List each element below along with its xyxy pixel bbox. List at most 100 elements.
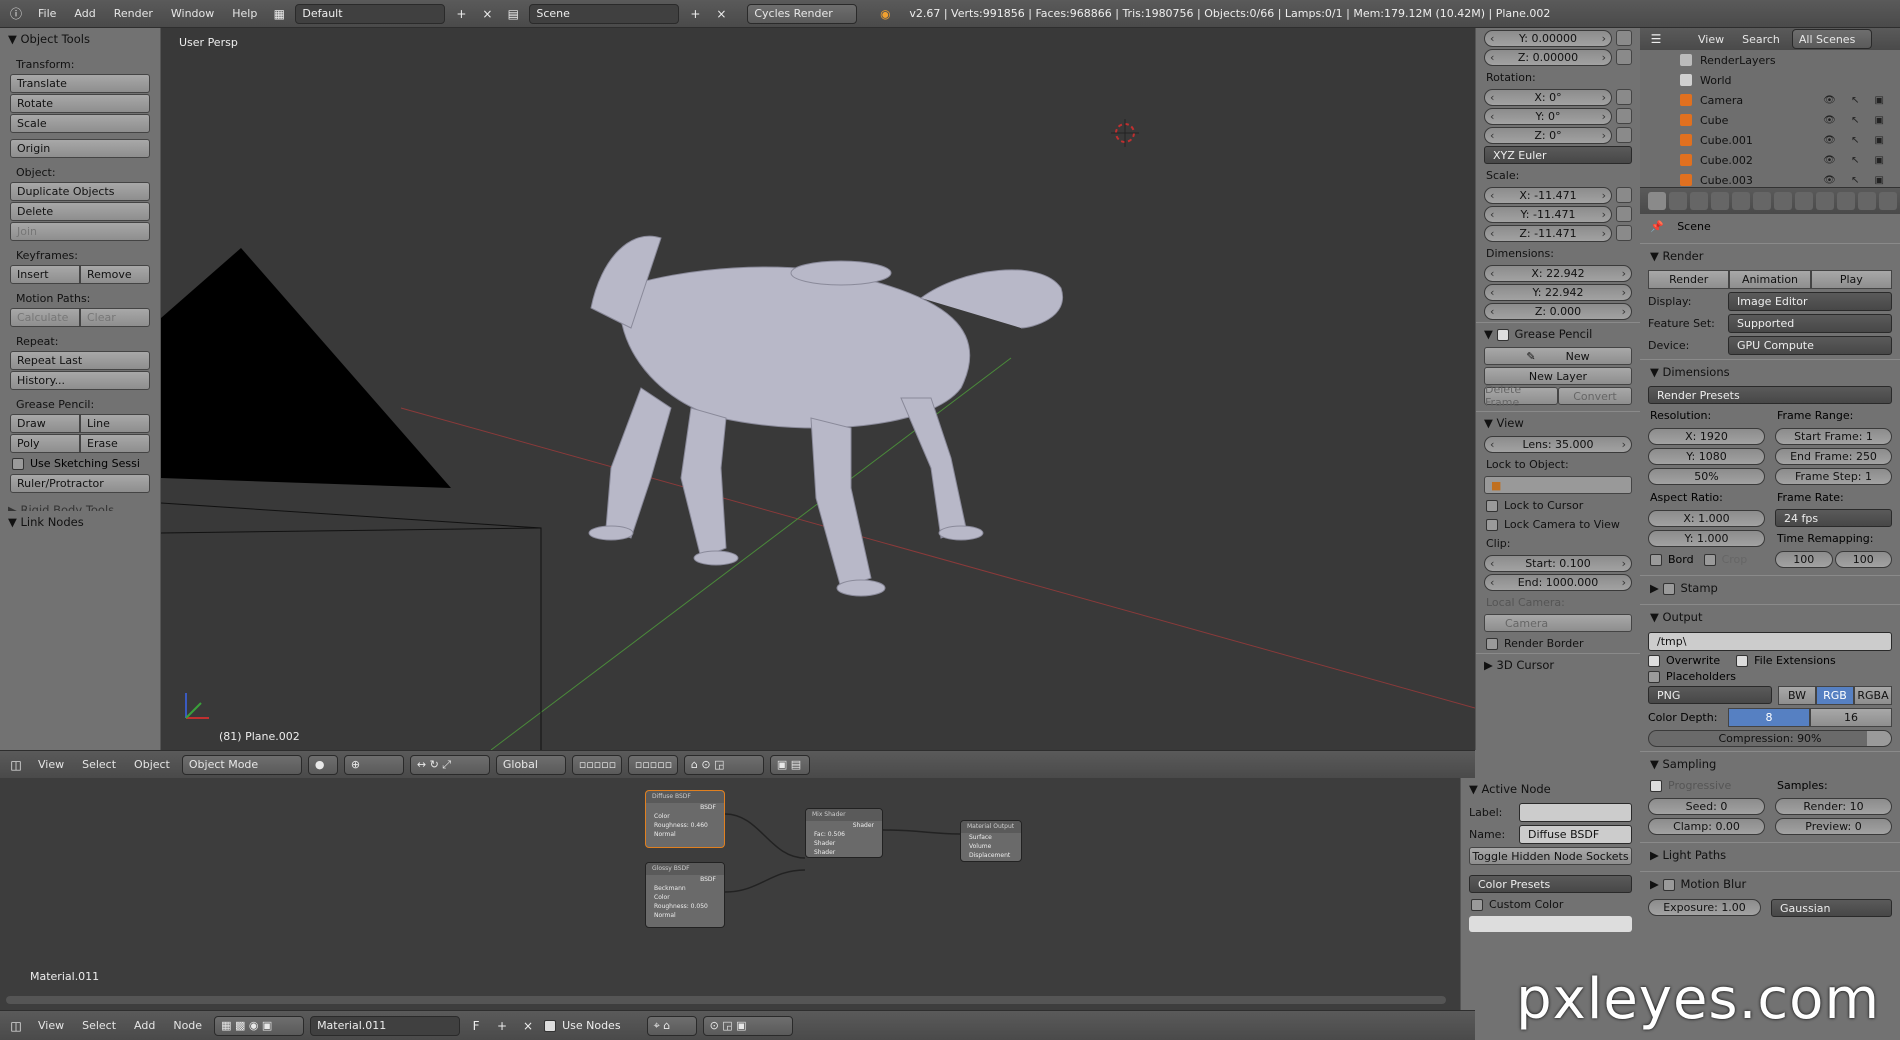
resolution-y-field[interactable]: Y: 1080 — [1648, 448, 1765, 465]
scale-z-field[interactable]: Z: -11.471 — [1484, 225, 1612, 242]
editor-type-icon[interactable]: ◫ — [6, 755, 26, 775]
link-nodes-header[interactable]: ▼ Link Nodes — [0, 511, 160, 533]
texture-tab-icon[interactable] — [1837, 192, 1855, 210]
convert-button[interactable]: Convert — [1558, 387, 1632, 405]
manipulator-icons[interactable]: ↔ ↻ ⤢ — [409, 754, 490, 775]
rigid-body-header[interactable]: ▶ Rigid Body Tools — [0, 499, 160, 511]
remove-key-button[interactable]: Remove — [80, 265, 150, 284]
use-nodes-checkbox[interactable]: Use Nodes — [544, 1019, 621, 1032]
layout-icon[interactable]: ▦ — [269, 4, 289, 24]
outliner-filter-select[interactable]: All Scenes — [1791, 29, 1872, 49]
visibility-icons[interactable]: 👁 ↖ ▣ — [1823, 175, 1890, 186]
display-select[interactable]: Image Editor — [1728, 292, 1892, 311]
render-engine-select[interactable]: Cycles Render — [747, 3, 858, 24]
label-field[interactable] — [1519, 803, 1632, 822]
outliner-row[interactable]: Cube.002 👁 ↖ ▣ — [1640, 150, 1900, 170]
location-y-field[interactable]: Y: 0.00000 — [1484, 30, 1612, 47]
light-paths-panel-header[interactable]: ▶ Light Paths — [1640, 842, 1900, 867]
feature-set-select[interactable]: Supported — [1728, 314, 1892, 333]
lock-icon[interactable] — [1616, 206, 1632, 222]
3d-viewport[interactable]: User Persp (81) Plane.002 — [161, 28, 1475, 750]
poly-button[interactable]: Poly — [10, 434, 80, 453]
overwrite-checkbox[interactable]: Overwrite — [1648, 654, 1720, 667]
preview-samples-field[interactable]: Preview: 0 — [1775, 818, 1892, 835]
layers-tab-icon[interactable] — [1669, 192, 1687, 210]
lock-object-field[interactable]: ■ — [1484, 476, 1632, 494]
visibility-icons[interactable]: 👁 ↖ ▣ — [1823, 95, 1890, 106]
backdrop-icons[interactable]: ⌖ ⌂ — [646, 1015, 697, 1036]
lock-icon[interactable] — [1616, 108, 1632, 124]
render-presets-select[interactable]: Render Presets — [1648, 386, 1892, 404]
material-tab-icon[interactable] — [1816, 192, 1834, 210]
layout-field[interactable]: Default — [295, 3, 446, 24]
fake-user-toggle[interactable]: F — [466, 1016, 486, 1036]
crop-checkbox[interactable]: Crop — [1703, 553, 1747, 566]
stamp-panel-header[interactable]: ▶ Stamp — [1640, 575, 1900, 600]
origin-button[interactable]: Origin — [10, 139, 150, 158]
erase-button[interactable]: Erase — [80, 434, 150, 453]
use-sketching-checkbox[interactable]: Use Sketching Sessi — [0, 454, 160, 473]
node-menu-add[interactable]: Add — [128, 1019, 161, 1032]
modifiers-tab-icon[interactable] — [1774, 192, 1792, 210]
local-camera-field[interactable]: Camera — [1484, 614, 1632, 632]
checkbox-icon[interactable] — [1662, 582, 1675, 595]
shading-select[interactable]: ● — [307, 754, 338, 775]
horizontal-scrollbar[interactable] — [6, 996, 1446, 1004]
exposure-field[interactable]: Exposure: 1.00 — [1648, 899, 1761, 916]
motion-blur-panel-header[interactable]: ▶ Motion Blur — [1640, 871, 1900, 896]
render-panel-header[interactable]: ▼ Render — [1640, 243, 1900, 268]
scale-x-field[interactable]: X: -11.471 — [1484, 187, 1612, 204]
resolution-x-field[interactable]: X: 1920 — [1648, 428, 1765, 445]
visibility-icons[interactable]: 👁 ↖ ▣ — [1823, 155, 1890, 166]
data-tab-icon[interactable] — [1795, 192, 1813, 210]
depth-16-button[interactable]: 16 — [1810, 708, 1892, 727]
node-menu-node[interactable]: Node — [167, 1019, 208, 1032]
frame-step-field[interactable]: Frame Step: 1 — [1775, 468, 1892, 485]
world-tab-icon[interactable] — [1711, 192, 1729, 210]
output-path-field[interactable]: /tmp\ — [1648, 632, 1892, 651]
frame-rate-select[interactable]: 24 fps — [1775, 509, 1892, 527]
lock-cursor-checkbox[interactable]: Lock to Cursor — [1476, 496, 1640, 515]
dimension-y-field[interactable]: Y: 22.942 — [1484, 284, 1632, 301]
end-frame-field[interactable]: End Frame: 250 — [1775, 448, 1892, 465]
rotation-mode-select[interactable]: XYZ Euler — [1484, 146, 1632, 164]
outliner-row[interactable]: Cube.001 👁 ↖ ▣ — [1640, 130, 1900, 150]
toggle-sockets-button[interactable]: Toggle Hidden Node Sockets — [1469, 847, 1632, 865]
snap-icons[interactable]: ⌂ ⊙ ◲ — [683, 754, 764, 775]
name-field[interactable]: Diffuse BSDF — [1519, 825, 1632, 844]
add-material-icon[interactable]: + — [492, 1016, 512, 1036]
rotation-z-field[interactable]: Z: 0° — [1484, 127, 1612, 144]
material-field[interactable]: Material.011 — [310, 1015, 461, 1036]
border-checkbox[interactable]: Bord — [1650, 553, 1694, 566]
render-button[interactable]: Render — [1648, 270, 1730, 289]
ruler-button[interactable]: Ruler/Protractor — [10, 474, 150, 493]
rotation-y-field[interactable]: Y: 0° — [1484, 108, 1612, 125]
lock-icon[interactable] — [1616, 225, 1632, 241]
filter-select[interactable]: Gaussian — [1771, 899, 1892, 917]
vp-menu-view[interactable]: View — [32, 758, 70, 771]
scene-icon[interactable]: ▤ — [503, 4, 523, 24]
lock-icon[interactable] — [1616, 89, 1632, 105]
render-tab-icon[interactable] — [1648, 192, 1666, 210]
depth-8-button[interactable]: 8 — [1728, 708, 1810, 727]
repeat-last-button[interactable]: Repeat Last — [10, 351, 150, 370]
rotate-button[interactable]: Rotate — [10, 94, 150, 113]
outliner-row[interactable]: World — [1640, 70, 1900, 90]
menu-window[interactable]: Window — [165, 7, 220, 20]
bw-button[interactable]: BW — [1778, 686, 1816, 705]
snap-icons[interactable]: ⊙ ◲ ▣ — [702, 1015, 793, 1036]
rgba-button[interactable]: RGBA — [1854, 686, 1892, 705]
3d-cursor-icon[interactable] — [1111, 119, 1139, 147]
scale-button[interactable]: Scale — [10, 114, 150, 133]
rotation-x-field[interactable]: X: 0° — [1484, 89, 1612, 106]
outliner-row[interactable]: Camera 👁 ↖ ▣ — [1640, 90, 1900, 110]
sampling-panel-header[interactable]: ▼ Sampling — [1640, 751, 1900, 776]
clip-end-field[interactable]: End: 1000.000 — [1484, 574, 1632, 591]
mode-select[interactable]: Object Mode — [181, 754, 302, 775]
lock-icon[interactable] — [1616, 49, 1632, 65]
checkbox-icon[interactable] — [1662, 878, 1675, 891]
scene-field[interactable]: Scene — [529, 3, 680, 24]
clamp-field[interactable]: Clamp: 0.00 — [1648, 818, 1765, 835]
placeholders-checkbox[interactable]: Placeholders — [1648, 670, 1892, 683]
scale-y-field[interactable]: Y: -11.471 — [1484, 206, 1612, 223]
